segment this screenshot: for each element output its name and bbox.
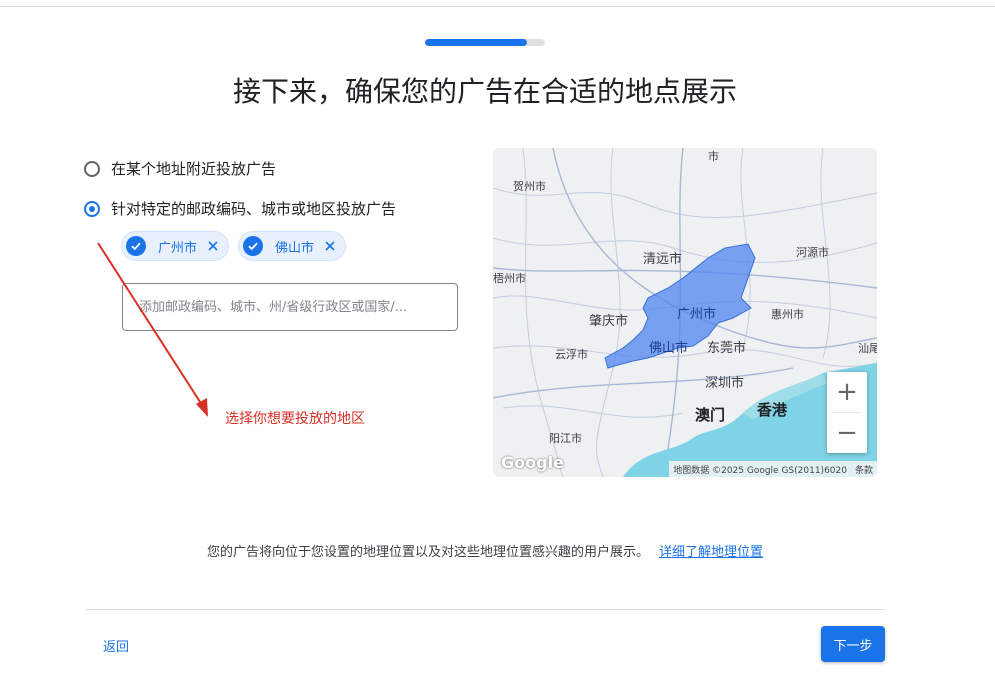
google-logo: Google: [501, 453, 564, 472]
next-button[interactable]: 下一步: [821, 626, 885, 662]
chip-label: 佛山市: [275, 240, 315, 256]
radio-button-selected[interactable]: [84, 200, 100, 217]
map-label-wuzhou: 梧州市: [493, 272, 526, 285]
map-label-dongguan: 东莞市: [707, 341, 747, 356]
annotation-text: 选择你想要投放的地区: [225, 411, 365, 427]
map-label-huizhou: 惠州市: [771, 308, 804, 321]
map-label-foshan: 佛山市: [649, 341, 689, 356]
map-label-yangjiang: 阳江市: [549, 432, 582, 445]
learn-more-link[interactable]: 详细了解地理位置: [659, 545, 763, 560]
map-label-zhaoqing: 肇庆市: [589, 314, 629, 329]
terms-link[interactable]: 条款: [855, 463, 873, 476]
attribution-text: 地图数据 ©2025 Google GS(2011)6020: [673, 465, 847, 476]
footnote: 您的广告将向位于您设置的地理位置以及对这些地理位置感兴趣的用户展示。 详细了解地理…: [0, 541, 970, 560]
map-label-hongkong: 香港: [757, 401, 788, 419]
top-divider: [0, 6, 995, 7]
close-icon[interactable]: [207, 240, 219, 252]
radio-option-label: 针对特定的邮政编码、城市或地区投放广告: [111, 200, 397, 218]
map-zoom-controls: + −: [827, 372, 867, 453]
location-chip-foshan[interactable]: 佛山市: [238, 231, 347, 261]
zoom-in-button[interactable]: +: [827, 372, 867, 412]
check-icon: [126, 236, 146, 256]
radio-option-label: 在某个地址附近投放广告: [111, 160, 277, 178]
map-attribution: 地图数据 ©2025 Google GS(2011)6020 条款: [669, 461, 877, 477]
page-title: 接下来，确保您的广告在合适的地点展示: [232, 75, 737, 108]
chip-label: 广州市: [158, 240, 198, 256]
map-label-top: 市: [708, 150, 719, 163]
back-button[interactable]: 返回: [103, 636, 129, 655]
location-search-input[interactable]: [122, 283, 458, 331]
zoom-out-button[interactable]: −: [827, 413, 867, 453]
location-chip-guangzhou[interactable]: 广州市: [121, 231, 230, 261]
map-label-yunfu: 云浮市: [555, 348, 588, 361]
map-view[interactable]: 贺州市 市 清远市 河源市 梧州市 肇庆市 广州市 惠州市 云浮市 佛山市 东莞…: [493, 148, 877, 477]
map-label-qingyuan: 清远市: [643, 252, 683, 267]
check-icon: [243, 236, 264, 256]
map-label-macau: 澳门: [695, 406, 726, 424]
map-label-shanwei: 汕尾: [858, 342, 877, 355]
footnote-text: 您的广告将向位于您设置的地理位置以及对这些地理位置感兴趣的用户展示。: [206, 545, 649, 560]
location-chip-list: 广州市 佛山市: [121, 231, 347, 261]
progress-bar-fill: [425, 39, 527, 46]
radio-button-unselected[interactable]: [84, 160, 100, 177]
radio-option-specific-areas[interactable]: 针对特定的邮政编码、城市或地区投放广告: [84, 198, 396, 219]
map-label-guangzhou: 广州市: [677, 307, 717, 322]
close-icon[interactable]: [324, 240, 336, 252]
map-label-hezhou: 贺州市: [513, 180, 546, 193]
map-label-shenzhen: 深圳市: [705, 376, 745, 391]
map-label-heyuan: 河源市: [796, 246, 829, 259]
radio-option-near-address[interactable]: 在某个地址附近投放广告: [84, 158, 276, 179]
footer-divider: [85, 609, 885, 610]
progress-bar: [425, 39, 545, 46]
